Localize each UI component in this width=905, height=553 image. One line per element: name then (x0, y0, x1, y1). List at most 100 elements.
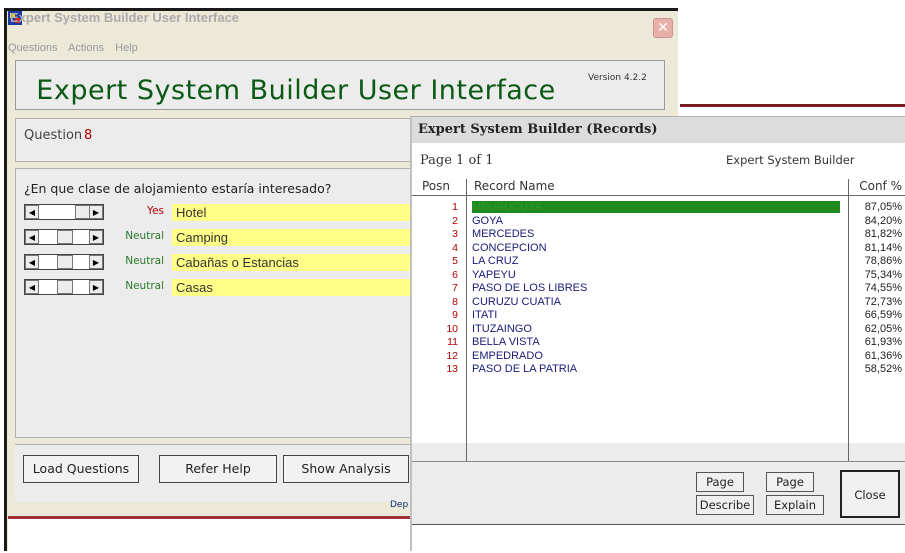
column-header-conf: Conf % (859, 179, 902, 193)
conf-cell: 87,05% (864, 201, 902, 213)
answer-row-cabanas: ◀ ▶ Neutral Cabañas o Estancias (24, 254, 416, 272)
page-prev-button[interactable]: Page << (696, 472, 744, 507)
conf-cell: 81,14% (864, 241, 902, 254)
posn-cell: 1 (452, 201, 458, 213)
column-header-name: Record Name (474, 179, 555, 193)
menu-questions[interactable]: Questions (8, 42, 58, 54)
table-row[interactable]: 10 ITUZAINGO 62,05% (412, 323, 905, 337)
table-row[interactable]: 1 MBURUCUYA 87,05% (412, 201, 905, 215)
conf-cell: 84,20% (864, 214, 902, 227)
question-number: 8 (84, 128, 93, 143)
records-list: 1 MBURUCUYA 87,05% 2 GOYA 84,20% 3 MERCEDES 81… (412, 201, 905, 377)
show-analysis-button[interactable]: Show Analysis (283, 455, 409, 483)
describe-button[interactable]: Describe (696, 495, 754, 515)
name-cell: GOYA (472, 214, 503, 227)
name-cell: CURUZU CUATIA (472, 295, 562, 308)
records-window: Expert System Builder (Records) Page 1 o… (410, 116, 905, 553)
arrow-right-icon[interactable]: ▶ (89, 205, 103, 219)
answer-label: Hotel (172, 204, 416, 221)
slider-thumb[interactable] (57, 280, 73, 294)
answer-row-casas: ◀ ▶ Neutral Casas (24, 279, 416, 297)
menu-bar: Questions Actions Help (8, 42, 146, 54)
records-body: Page 1 of 1 Expert System Builder Posn R… (412, 143, 905, 463)
table-row[interactable]: 12 EMPEDRADO 61,36% (412, 350, 905, 364)
answer-panel: ¿En que clase de alojamiento estaría int… (15, 168, 416, 438)
table-row[interactable]: 8 CURUZU CUATIA 72,73% (412, 296, 905, 310)
posn-cell: 9 (452, 309, 458, 321)
arrow-right-icon[interactable]: ▶ (89, 280, 103, 294)
name-cell: CONCEPCION (472, 241, 547, 254)
answer-slider[interactable]: ◀ ▶ (24, 254, 104, 270)
posn-cell: 11 (447, 336, 458, 348)
column-header-posn: Posn (422, 179, 451, 193)
banner-title: Expert System Builder User Interface (36, 75, 556, 106)
conf-cell: 61,93% (864, 336, 902, 348)
table-row[interactable]: 7 PASO DE LOS LIBRES 74,55% (412, 282, 905, 296)
answer-status: Yes (147, 205, 164, 217)
name-cell: PASO DE LOS LIBRES (472, 282, 588, 294)
arrow-left-icon[interactable]: ◀ (25, 205, 39, 219)
arrow-left-icon[interactable]: ◀ (25, 280, 39, 294)
background-area (678, 8, 905, 104)
conf-cell: 74,55% (864, 282, 902, 294)
posn-cell: 5 (452, 255, 458, 267)
refer-help-button[interactable]: Refer Help (159, 455, 277, 483)
banner: Expert System Builder User Interface Ver… (15, 60, 665, 110)
menu-actions[interactable]: Actions (68, 42, 104, 54)
load-questions-button[interactable]: Load Questions (23, 455, 139, 483)
arrow-left-icon[interactable]: ◀ (25, 230, 39, 244)
answer-status: Neutral (125, 255, 164, 267)
conf-cell: 78,86% (864, 255, 902, 267)
page-next-button[interactable]: Page >> (766, 472, 814, 507)
version-label: Version 4.2.2 (588, 73, 647, 83)
table-row[interactable]: 11 BELLA VISTA 61,93% (412, 336, 905, 350)
arrow-left-icon[interactable]: ◀ (25, 255, 39, 269)
conf-cell: 72,73% (864, 295, 902, 308)
answer-status: Neutral (125, 230, 164, 242)
posn-cell: 6 (452, 268, 458, 281)
records-footer: Page << Page >> Describe Explain Close (412, 462, 905, 524)
posn-cell: 4 (452, 241, 458, 254)
background-area (412, 524, 905, 553)
question-text: ¿En que clase de alojamiento estaría int… (24, 181, 332, 196)
answer-slider[interactable]: ◀ ▶ (24, 229, 104, 245)
table-row[interactable]: 6 YAPEYU 75,34% (412, 269, 905, 283)
page-info: Page 1 of 1 (420, 153, 494, 168)
arrow-right-icon[interactable]: ▶ (89, 230, 103, 244)
answer-slider[interactable]: ◀ ▶ (24, 204, 104, 220)
table-row[interactable]: 5 LA CRUZ 78,86% (412, 255, 905, 269)
window-title: Expert System Builder User Interface (10, 10, 240, 25)
name-cell: YAPEYU (472, 268, 516, 281)
question-panel: Question 8 (15, 118, 415, 162)
name-cell: LA CRUZ (472, 255, 519, 267)
records-window-title: Expert System Builder (Records) (412, 117, 905, 143)
footer-text: Dep (390, 500, 409, 510)
answer-label: Camping (172, 229, 416, 246)
name-cell: MERCEDES (472, 228, 535, 240)
explain-button[interactable]: Explain (766, 495, 824, 515)
answer-label: Casas (172, 279, 416, 296)
conf-cell: 61,36% (864, 349, 902, 362)
answer-status: Neutral (125, 280, 164, 292)
table-row[interactable]: 13 PASO DE LA PATRIA 58,52% (412, 363, 905, 377)
slider-thumb[interactable] (57, 255, 73, 269)
answer-slider[interactable]: ◀ ▶ (24, 279, 104, 295)
answer-row-camping: ◀ ▶ Neutral Camping (24, 229, 416, 247)
header-divider (412, 195, 905, 196)
posn-cell: 10 (446, 322, 458, 335)
table-row[interactable]: 9 ITATI 66,59% (412, 309, 905, 323)
menu-help[interactable]: Help (115, 42, 138, 54)
conf-cell: 62,05% (864, 322, 902, 335)
close-button[interactable]: Close (840, 470, 900, 518)
table-row[interactable]: 4 CONCEPCION 81,14% (412, 242, 905, 256)
conf-cell: 81,82% (864, 228, 902, 240)
name-cell: ITUZAINGO (472, 322, 532, 335)
slider-thumb[interactable] (57, 230, 73, 244)
posn-cell: 7 (452, 282, 458, 294)
table-row[interactable]: 3 MERCEDES 81,82% (412, 228, 905, 242)
close-icon[interactable]: ✕ (653, 18, 673, 38)
name-cell: ITATI (472, 309, 498, 321)
arrow-right-icon[interactable]: ▶ (89, 255, 103, 269)
table-row[interactable]: 2 GOYA 84,20% (412, 215, 905, 229)
posn-cell: 8 (452, 295, 458, 308)
